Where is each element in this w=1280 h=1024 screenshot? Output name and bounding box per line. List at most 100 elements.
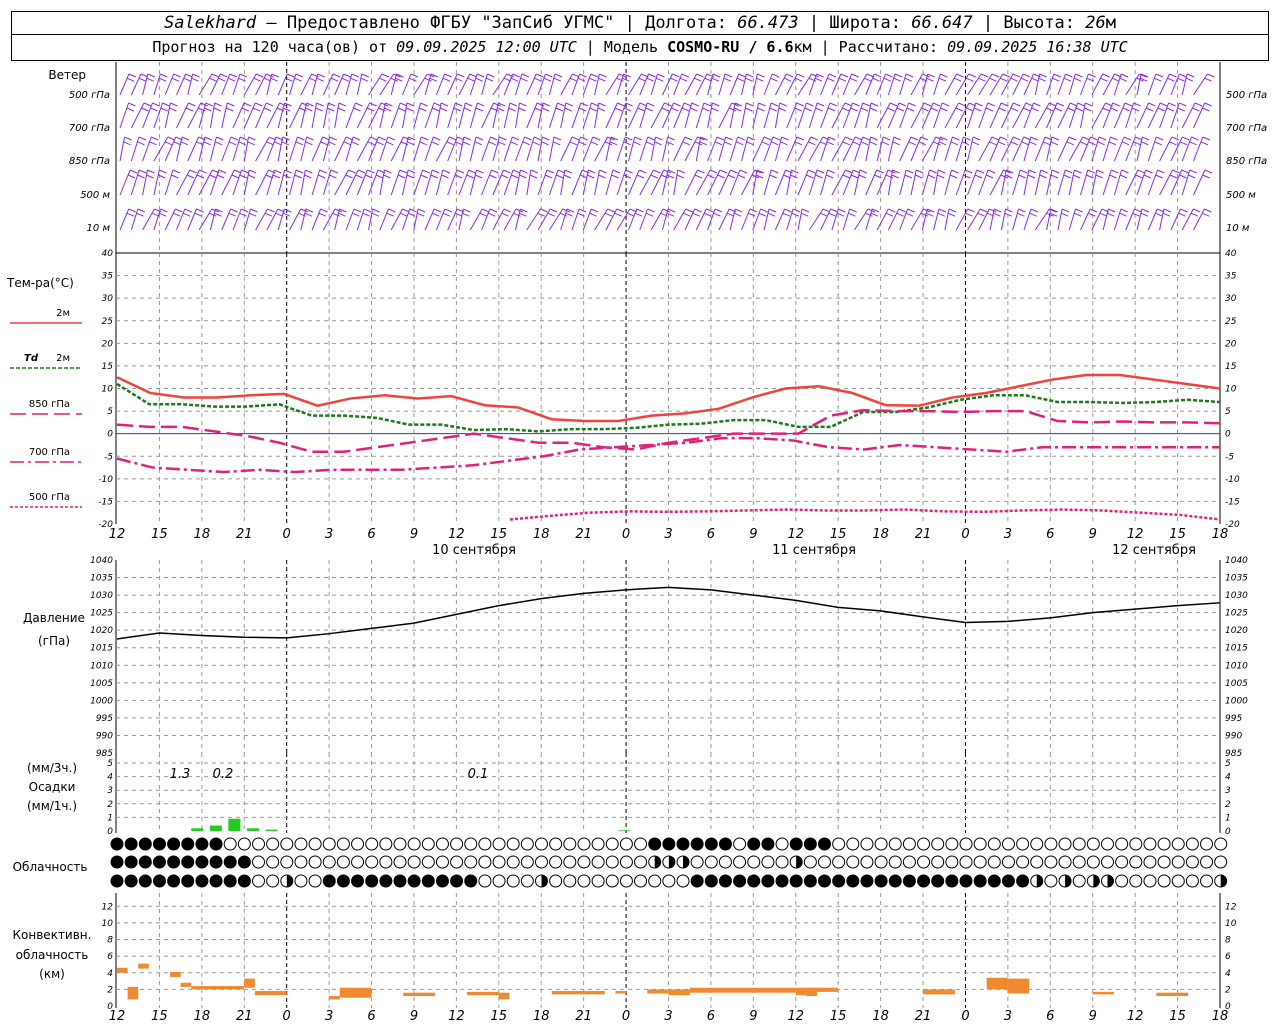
wind-barb <box>198 73 220 96</box>
wind-barb <box>639 102 655 129</box>
cloud-circle <box>506 855 520 869</box>
wind-barb <box>243 102 263 129</box>
wind-barb <box>1023 73 1041 96</box>
wind-barb <box>910 136 929 162</box>
cloud-circle <box>1200 874 1214 888</box>
wind-barb <box>142 208 162 231</box>
wind-barb <box>673 169 685 196</box>
cloud-circle <box>1129 855 1143 869</box>
cloud-circle <box>1143 837 1157 851</box>
wind-barb <box>1023 208 1039 231</box>
cloud-circle <box>563 855 577 869</box>
wind-barb <box>142 73 155 96</box>
cloud-fill <box>450 875 463 887</box>
wind-barb <box>695 73 715 96</box>
cloud-cell <box>818 855 831 869</box>
wind-barb <box>548 208 570 231</box>
cloud-cell <box>1001 837 1015 851</box>
cloud-cell <box>407 855 421 869</box>
temp-tick-left: 0 <box>107 430 113 440</box>
prec-tick-right: 4 <box>1225 773 1231 783</box>
cloud-cell <box>846 855 860 869</box>
wind-barb <box>142 169 155 196</box>
cloud-circle <box>1016 837 1030 851</box>
wind-barb <box>469 169 484 196</box>
cloud-panel <box>110 837 1228 888</box>
cloud-circle <box>888 855 902 869</box>
wind-barb <box>119 136 132 162</box>
wind-barb <box>820 102 838 129</box>
cloud-circle <box>1185 837 1199 851</box>
wind-barb <box>695 208 714 231</box>
hour-label-mid: 18 <box>533 527 550 542</box>
wind-barb <box>469 136 484 162</box>
cloud-circle <box>1001 837 1015 851</box>
meteogram-chart: 500 гПа 500 гПа 700 гПа 700 гПа 850 гПа 850 г… <box>6 62 1267 1024</box>
cloud-cell <box>619 855 633 869</box>
legend-label: 700 гПа <box>29 447 70 458</box>
cloud-fill <box>323 875 336 887</box>
cloud-cell <box>464 855 478 869</box>
wind-barb <box>1091 102 1113 129</box>
cloud-circle <box>846 837 860 851</box>
cloud-half <box>286 875 293 887</box>
cloud-circle <box>1171 837 1185 851</box>
cloud-circle <box>818 855 831 869</box>
hour-label-mid: 12 <box>787 527 804 542</box>
cloud-fill <box>181 838 194 850</box>
wind-barb <box>255 208 275 231</box>
wind-barb <box>435 102 449 129</box>
cloud-fill <box>153 856 166 868</box>
temp-title: Тем-ра(°C) <box>6 276 74 290</box>
cloud-cell <box>237 874 251 888</box>
cloud-circle <box>1058 837 1072 851</box>
wind-barb <box>390 169 408 196</box>
wind-barb <box>978 102 995 129</box>
temp-tick-right: 30 <box>1225 294 1237 304</box>
cloud-cell <box>520 855 534 869</box>
wind-barb <box>944 208 957 231</box>
cloud-half <box>1093 875 1100 887</box>
cloud-cell <box>110 855 124 869</box>
wind-barb <box>435 169 451 196</box>
cloud-fill <box>210 838 223 850</box>
wind-barb <box>933 136 948 162</box>
cloud-cell <box>520 837 534 851</box>
wind-barb <box>209 208 223 231</box>
wind-barb <box>729 169 748 196</box>
conv-tick-right: 12 <box>1225 902 1237 912</box>
cloud-circle <box>351 855 365 869</box>
temp-tick-left: -5 <box>104 452 113 462</box>
cloud-cell <box>789 874 803 888</box>
cloud-circle <box>1072 855 1086 869</box>
wind-barb <box>1068 73 1083 96</box>
cloud-circle <box>379 837 393 851</box>
wind-barb <box>1023 169 1037 196</box>
wind-barb <box>548 136 562 162</box>
wind-barb <box>605 208 625 231</box>
cloud-cell <box>662 874 676 888</box>
wind-barb <box>673 136 693 162</box>
wind-level-right: 10 м <box>1226 223 1250 234</box>
cloud-cell <box>563 837 577 851</box>
cloud-cell <box>351 855 365 869</box>
cloud-circle <box>690 855 704 869</box>
wind-barb <box>571 102 588 129</box>
wind-barb <box>458 102 473 129</box>
wind-barb <box>221 136 239 162</box>
hour-label-mid: 9 <box>1089 527 1097 542</box>
cloud-fill <box>351 875 364 887</box>
prec-tick-left: 5 <box>107 759 113 769</box>
cloud-cell <box>308 855 322 869</box>
conv-bar <box>811 987 839 992</box>
wind-barb <box>458 136 472 162</box>
pres-tick-right: 1020 <box>1225 626 1248 636</box>
temperature-panel: -20 -20-15 -15-10 -10-5 -50 05 510 1015 1520 2025… <box>10 249 1240 530</box>
cloud-circle <box>605 837 619 851</box>
wind-barb <box>752 73 765 96</box>
wind-barb <box>1125 73 1147 96</box>
wind-barb <box>967 136 981 162</box>
cloud-cell <box>1171 837 1185 851</box>
hour-label-bottom: 15 <box>491 1009 508 1024</box>
cloud-cell <box>478 874 492 888</box>
